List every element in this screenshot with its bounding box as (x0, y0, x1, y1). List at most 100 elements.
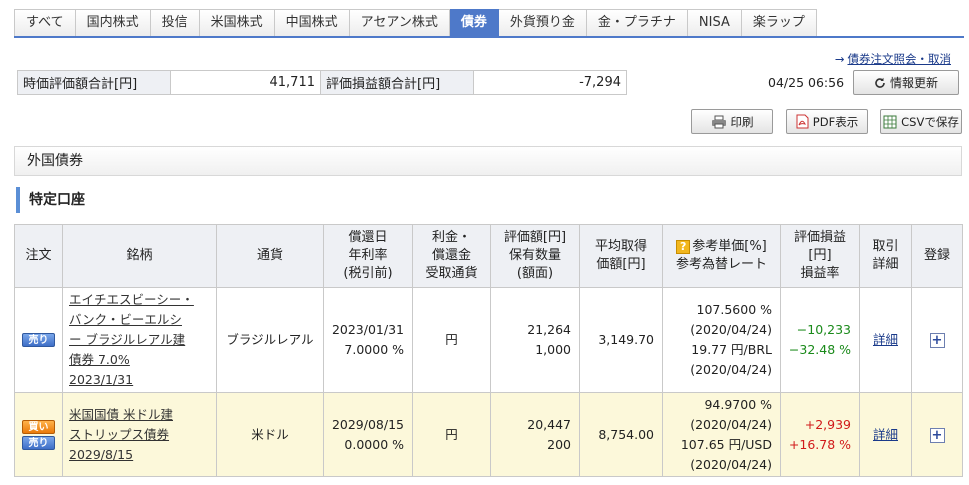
print-label: 印刷 (730, 114, 754, 129)
pl-amount: −10,233 (796, 322, 851, 337)
pl-rate: +16.78 % (788, 436, 851, 452)
refresh-button[interactable]: 情報更新 (853, 70, 959, 95)
header-line: 受取通貨 (425, 266, 478, 281)
brand-name: ストリップス債券 (69, 426, 170, 442)
reference-cell: 94.9700 % (2020/04/24) 107.65 円/USD (202… (662, 392, 781, 477)
refresh-label: 情報更新 (889, 76, 938, 90)
detail-link[interactable]: 詳細 (873, 332, 898, 347)
tab-china-stocks[interactable]: 中国株式 (274, 9, 350, 37)
tab-rakuwrap[interactable]: 楽ラップ (741, 9, 817, 37)
header-line: 詳細 (872, 257, 899, 272)
col-currency: 通貨 (216, 224, 324, 288)
pdf-button[interactable]: PDF表示 (786, 109, 868, 134)
market-value: 41,711 (170, 70, 321, 95)
interest-rate: 7.0000 % (344, 342, 404, 357)
table-row: 買い 売り 米国国債 米ドル建 ストリップス債券 2029/8/15 米ドル 2… (14, 392, 963, 477)
redemption-date: 2023/01/31 (331, 322, 404, 337)
tab-domestic-stocks[interactable]: 国内株式 (75, 9, 151, 37)
receive-currency-cell: 円 (412, 392, 491, 477)
ref-price: 107.5600 % (696, 302, 773, 317)
plus-icon[interactable]: + (929, 333, 945, 348)
redemption-date: 2029/08/15 (331, 416, 404, 432)
header-line: 評価損益 (793, 230, 846, 245)
detail-cell: 詳細 (859, 287, 912, 393)
order-inquiry-link[interactable]: → 債券注文照会・取消 (835, 51, 951, 67)
printer-icon (711, 115, 727, 129)
table-row: 売り エイチエスビーシー・ バンク・ビーエルシ ー ブラジルレアル建 債券 7.… (14, 287, 963, 393)
buy-button[interactable]: 買い (22, 419, 55, 434)
interest-rate: 0.0000 % (344, 436, 404, 452)
tab-asean-stocks[interactable]: アセアン株式 (349, 9, 450, 37)
ref-fx-date: (2020/04/24) (690, 362, 772, 377)
detail-link[interactable]: 詳細 (873, 427, 898, 442)
print-button[interactable]: 印刷 (691, 109, 773, 134)
brand-name: 米国国債 米ドル建 (69, 406, 173, 422)
col-register: 登録 (911, 224, 963, 288)
spreadsheet-icon (883, 115, 897, 129)
brand-name: エイチエスビーシー・ (69, 292, 194, 307)
currency-cell: ブラジルレアル (216, 287, 324, 393)
header-line: 償還金 (431, 248, 471, 263)
currency-cell: 米ドル (216, 392, 324, 477)
header-line: 保有数量 (508, 248, 561, 263)
brand-name: 債券 7.0% (69, 352, 130, 367)
tab-funds[interactable]: 投信 (150, 9, 200, 37)
header-line: 評価額[円] (503, 230, 567, 245)
quantity-value: 1,000 (535, 342, 571, 357)
pl-label: 評価損益額合計[円] (320, 70, 474, 95)
brand-maturity-date: 2023/1/31 (69, 372, 134, 387)
csv-label: CSVで保存 (901, 114, 959, 129)
col-reference: ? 参考単価[%] 参考為替レート (662, 224, 781, 288)
brand-maturity-date: 2029/8/15 (69, 446, 134, 462)
asset-tabs: すべて 国内株式 投信 米国株式 中国株式 アセアン株式 債券 外貨預り金 金・… (14, 9, 817, 37)
col-valuation: 評価額[円] 保有数量 (額面) (490, 224, 580, 288)
col-interest-currency: 利金・ 償還金 受取通貨 (412, 224, 491, 288)
avg-price-cell: 8,754.00 (579, 392, 663, 477)
header-line: (税引前) (343, 266, 393, 281)
ref-fx-date: (2020/04/24) (690, 456, 772, 472)
header-line: 年利率 (348, 248, 388, 263)
section-title: 外国債券 (14, 146, 962, 176)
register-cell: + (911, 392, 963, 477)
avg-price-cell: 3,149.70 (579, 287, 663, 393)
pl-value: -7,294 (473, 70, 627, 95)
col-order: 注文 (14, 224, 63, 288)
brand-cell[interactable]: エイチエスビーシー・ バンク・ビーエルシ ー ブラジルレアル建 債券 7.0% … (62, 287, 217, 393)
header-line: 価額[円] (596, 257, 646, 272)
pl-cell: +2,939 +16.78 % (780, 392, 860, 477)
arrow-right-icon: → (834, 52, 845, 66)
header-line: (額面) (516, 266, 554, 281)
order-cell: 買い 売り (14, 392, 63, 477)
pl-cell: −10,233 −32.48 % (780, 287, 860, 393)
brand-name: バンク・ビーエルシ (69, 312, 182, 327)
col-pl: 評価損益 [円] 損益率 (780, 224, 860, 288)
brand-cell[interactable]: 米国国債 米ドル建 ストリップス債券 2029/8/15 (62, 392, 217, 477)
order-cell: 売り (14, 287, 63, 393)
csv-button[interactable]: CSVで保存 (880, 109, 962, 134)
pdf-icon (796, 114, 809, 129)
reference-cell: 107.5600 % (2020/04/24) 19.77 円/BRL (202… (662, 287, 781, 393)
header-line: 償還日 (348, 230, 388, 245)
tab-all[interactable]: すべて (14, 9, 76, 37)
header-line: ? 参考単価[%] (664, 238, 779, 256)
help-icon[interactable]: ? (676, 240, 691, 254)
tab-gold-platinum[interactable]: 金・プラチナ (586, 9, 688, 37)
tab-foreign-deposits[interactable]: 外貨預り金 (498, 9, 587, 37)
summary-table: 時価評価額合計[円] 41,711 評価損益額合計[円] -7,294 (17, 70, 627, 95)
header-line: 損益率 (800, 266, 840, 281)
tab-nisa[interactable]: NISA (687, 9, 742, 37)
pdf-label: PDF表示 (812, 114, 859, 129)
header-line: 平均取得 (594, 239, 647, 254)
sell-button[interactable]: 売り (22, 333, 55, 347)
register-cell: + (911, 287, 963, 393)
header-line: 取引 (872, 239, 899, 254)
tab-underline (14, 36, 964, 38)
brand-name: ー ブラジルレアル建 (69, 332, 186, 347)
plus-icon[interactable]: + (929, 427, 945, 443)
table-header: 注文 銘柄 通貨 償還日 年利率 (税引前) 利金・ 償還金 受取通貨 評価額[… (14, 224, 963, 288)
ref-price-date: (2020/04/24) (690, 416, 772, 432)
tab-bonds[interactable]: 債券 (449, 9, 499, 37)
account-title: 特定口座 (16, 187, 85, 213)
sell-button[interactable]: 売り (22, 435, 55, 450)
tab-us-stocks[interactable]: 米国株式 (199, 9, 275, 37)
